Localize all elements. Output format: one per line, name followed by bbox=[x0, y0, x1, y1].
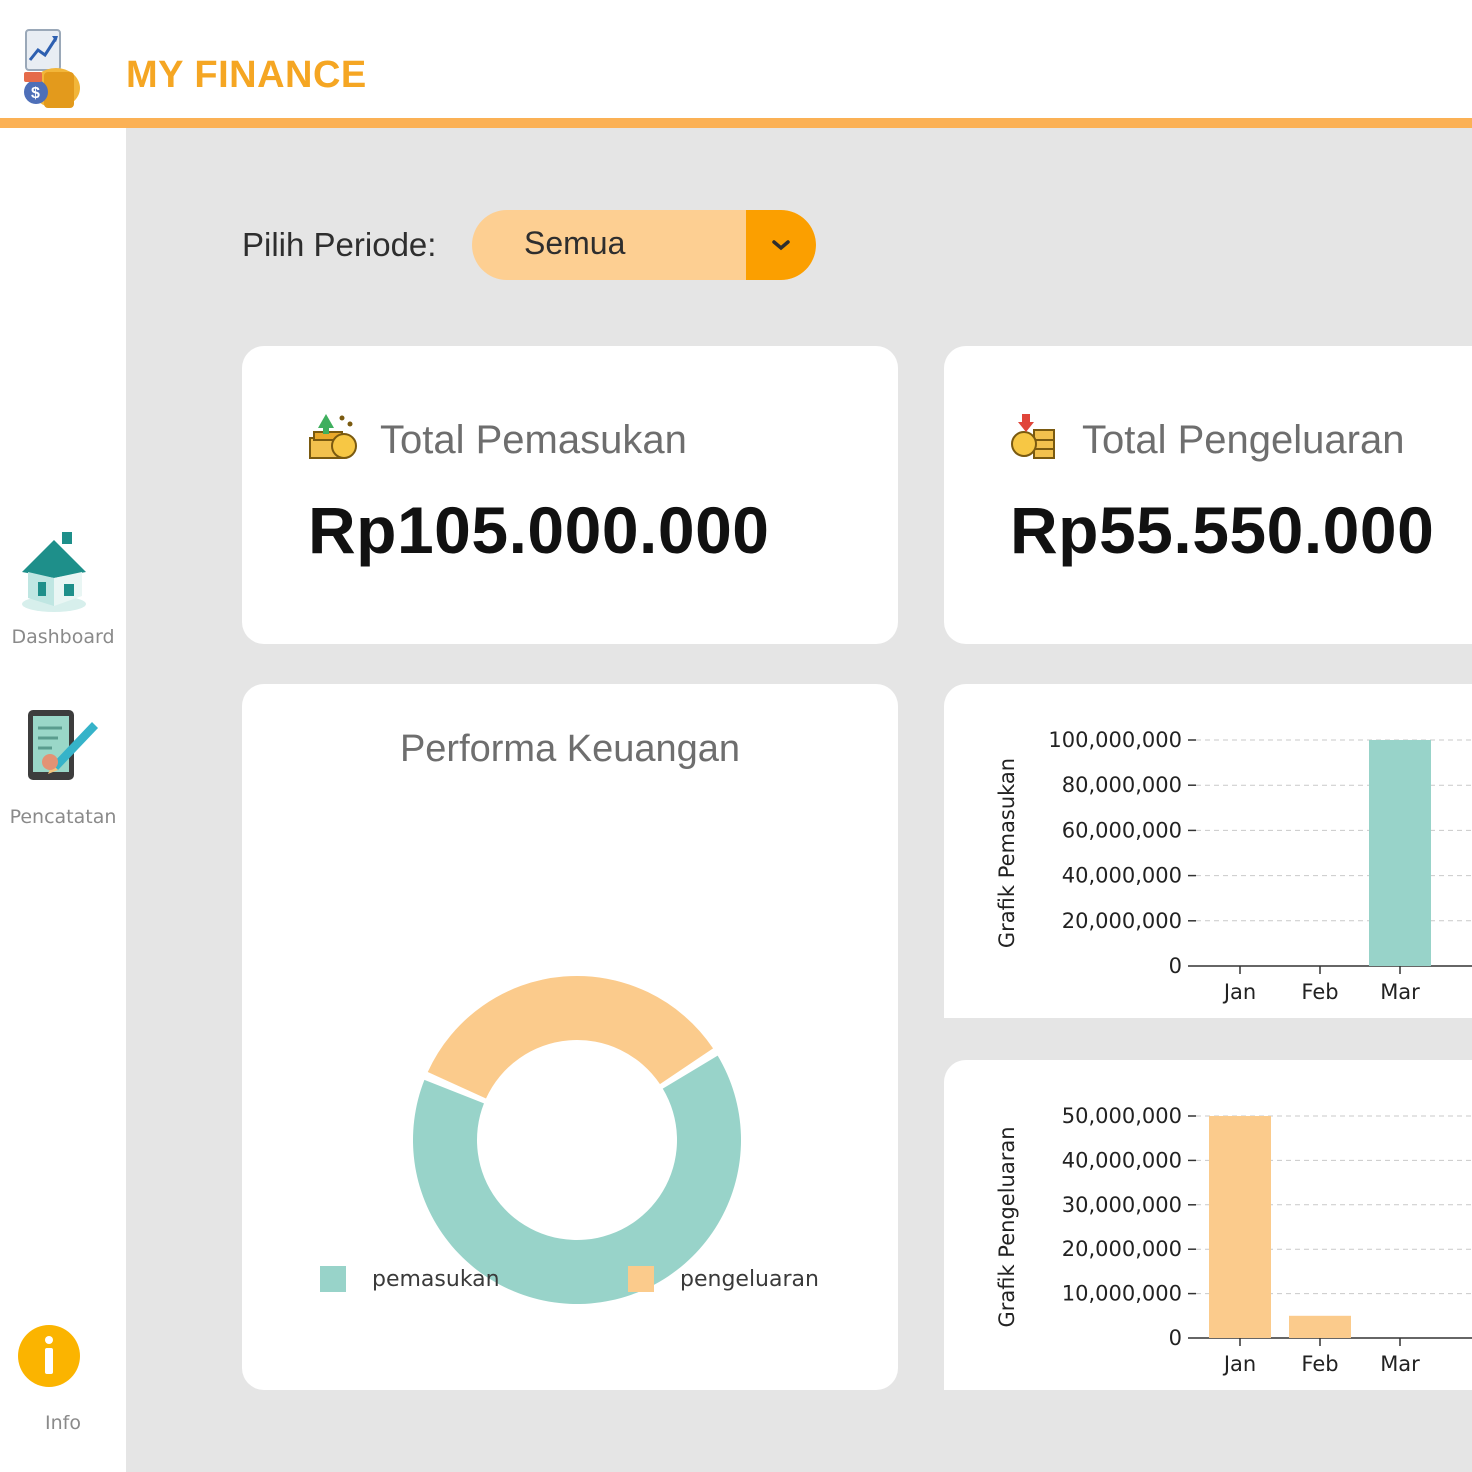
y-tick-label: 20,000,000 bbox=[1062, 1237, 1182, 1261]
house-icon bbox=[22, 532, 86, 612]
chart-y-axis-label: Grafik Pengeluaran bbox=[995, 1126, 1019, 1327]
income-title: Total Pemasukan bbox=[380, 418, 687, 462]
money-up-icon bbox=[309, 414, 357, 459]
legend-swatch-pengeluaran bbox=[628, 1266, 654, 1292]
sidebar-item-dashboard[interactable]: Dashboard bbox=[0, 528, 126, 648]
x-tick-label: Feb bbox=[1301, 980, 1338, 1004]
chart-y-axis-label: Grafik Pemasukan bbox=[995, 758, 1019, 948]
legend-item-pengeluaran: pengeluaran bbox=[628, 1266, 819, 1292]
x-tick-label: Mar bbox=[1380, 1352, 1420, 1376]
sidebar-item-info[interactable]: Info bbox=[0, 1324, 126, 1434]
y-tick-label: 50,000,000 bbox=[1062, 1104, 1182, 1128]
finance-logo-icon: $ bbox=[24, 29, 80, 108]
period-dropdown[interactable]: Semua bbox=[472, 210, 816, 280]
expense-summary-card: Total Pengeluaran Rp55.550.000 bbox=[944, 346, 1472, 644]
period-selected-value: Semua bbox=[524, 225, 626, 261]
expense-bar-chart-card: Grafik Pengeluaran 0 10,000,000 20,000,000 3… bbox=[944, 1060, 1472, 1390]
y-tick-label: 20,000,000 bbox=[1062, 909, 1182, 933]
header: $ MY FINANCE bbox=[0, 0, 1472, 120]
sidebar-item-pencatatan[interactable]: Pencatatan bbox=[0, 706, 126, 828]
sidebar-item-label: Info bbox=[45, 1412, 81, 1434]
y-tick-label: 40,000,000 bbox=[1062, 864, 1182, 888]
sidebar-item-label: Pencatatan bbox=[9, 806, 117, 828]
y-tick-label: 30,000,000 bbox=[1062, 1193, 1182, 1217]
income-bar-chart-card: Grafik Pemasukan 0 20,000,000 40,000,000 60,… bbox=[944, 684, 1472, 1018]
expense-value: Rp55.550.000 bbox=[1010, 493, 1435, 567]
y-tick-label: 0 bbox=[1169, 954, 1182, 978]
y-tick-label: 60,000,000 bbox=[1062, 818, 1182, 842]
x-tick-label: Mar bbox=[1380, 980, 1420, 1004]
app-title: MY FINANCE bbox=[126, 54, 367, 96]
header-divider bbox=[0, 118, 1472, 128]
x-tick-label: Jan bbox=[1222, 980, 1256, 1004]
bar-mar bbox=[1369, 740, 1431, 966]
income-value: Rp105.000.000 bbox=[308, 493, 770, 567]
tablet-pen-icon bbox=[28, 710, 98, 780]
y-tick-label: 80,000,000 bbox=[1062, 773, 1182, 797]
expense-bar-chart: Grafik Pengeluaran 0 10,000,000 20,000,000 3… bbox=[995, 1104, 1472, 1376]
y-tick-label: 40,000,000 bbox=[1062, 1148, 1182, 1172]
legend-swatch-pemasukan bbox=[320, 1266, 346, 1292]
donut-chart-card: Performa Keuangan pemasukan pengeluaran bbox=[242, 684, 898, 1390]
sidebar: Dashboard Pencatatan Info bbox=[0, 128, 126, 1472]
x-tick-label: Jan bbox=[1222, 1352, 1256, 1376]
sidebar-item-label: Dashboard bbox=[11, 626, 115, 648]
info-icon bbox=[18, 1325, 80, 1387]
expense-title: Total Pengeluaran bbox=[1082, 418, 1405, 462]
y-tick-label: 100,000,000 bbox=[1048, 728, 1182, 752]
bar-feb bbox=[1289, 1315, 1351, 1338]
chevron-down-icon[interactable] bbox=[746, 210, 816, 280]
donut-slice-pengeluaran bbox=[427, 976, 714, 1099]
income-bar-chart: Grafik Pemasukan 0 20,000,000 40,000,000 60,… bbox=[995, 728, 1472, 1004]
x-tick-label: Feb bbox=[1301, 1352, 1338, 1376]
money-down-icon bbox=[1011, 414, 1055, 459]
income-summary-card: Total Pemasukan Rp105.000.000 bbox=[242, 346, 898, 644]
legend-label: pengeluaran bbox=[680, 1266, 819, 1292]
app-window: $ MY FINANCE Dashboard Pencatatan Info P… bbox=[0, 0, 1472, 1472]
main-content: Pilih Periode: Semua Total Pemasukan Rp1… bbox=[126, 128, 1472, 1472]
legend-label: pemasukan bbox=[372, 1266, 500, 1292]
bar-jan bbox=[1209, 1116, 1271, 1338]
legend-item-pemasukan: pemasukan bbox=[320, 1266, 500, 1292]
y-tick-label: 10,000,000 bbox=[1062, 1282, 1182, 1306]
period-label: Pilih Periode: bbox=[242, 226, 437, 263]
svg-text:$: $ bbox=[31, 85, 40, 102]
y-tick-label: 0 bbox=[1169, 1326, 1182, 1350]
